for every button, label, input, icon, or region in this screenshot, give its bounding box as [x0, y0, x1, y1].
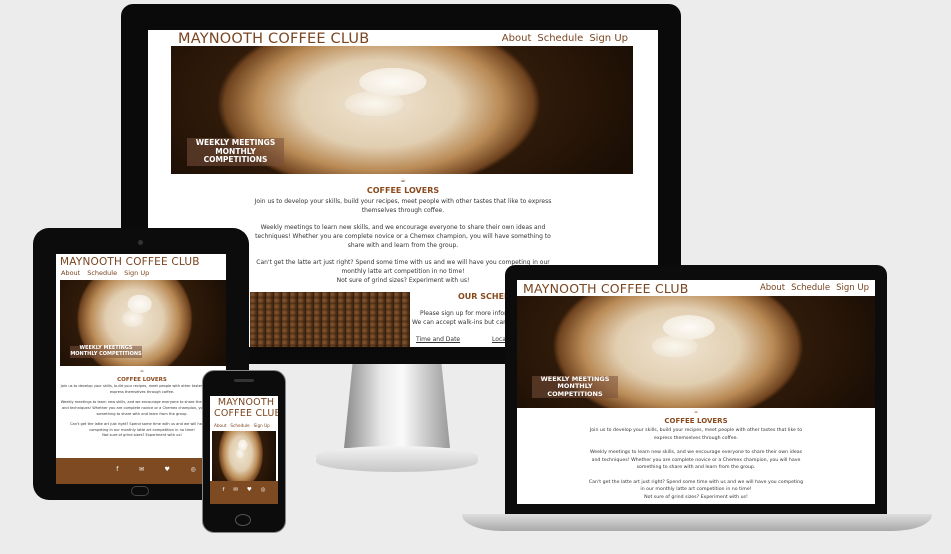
laptop-base — [462, 514, 932, 531]
tablet-cup-icon: ☕ — [139, 368, 145, 374]
facebook-icon[interactable]: f — [116, 466, 118, 473]
monitor-stand-base — [316, 446, 478, 472]
main-nav: About Schedule Sign Up — [502, 33, 628, 44]
phone-speaker — [234, 379, 254, 382]
instagram-icon[interactable]: ◎ — [190, 466, 195, 473]
tablet-heading: COFFEE LOVERS — [117, 376, 167, 383]
phone-nav: About Schedule Sign Up — [214, 423, 270, 428]
phone-site: MAYNOOTH COFFEE CLUB About Schedule Sign… — [210, 396, 278, 504]
tablet-nav-schedule[interactable]: Schedule — [87, 269, 117, 277]
phone-instagram-icon[interactable]: ◎ — [261, 487, 266, 493]
hero-image: WEEKLY MEETINGS MONTHLY COMPETITIONS — [171, 46, 633, 174]
coffee-beans-image — [250, 292, 410, 347]
tablet-about: ☕ COFFEE LOVERS Join us to develop your … — [60, 368, 224, 439]
tablet-nav: About Schedule Sign Up — [61, 269, 149, 277]
tablet-nav-signup[interactable]: Sign Up — [124, 269, 149, 277]
site-logo[interactable]: MAYNOOTH COFFEE CLUB — [178, 31, 369, 47]
tablet-hero-caption: WEEKLY MEETINGS MONTHLY COMPETITIONS — [70, 345, 142, 358]
laptop-about: ☕ COFFEE LOVERS Join us to develop your … — [587, 408, 805, 501]
heart-icon[interactable]: ♥ — [165, 466, 170, 473]
tablet-hero: WEEKLY MEETINGS MONTHLY COMPETITIONS — [60, 280, 226, 366]
table-header-time: Time and Date — [416, 336, 461, 343]
tablet-social: f ✉ ♥ ◎ — [106, 466, 206, 473]
tablet-camera — [138, 240, 143, 245]
laptop-hero-caption: WEEKLY MEETINGS MONTHLY COMPETITIONS — [532, 375, 618, 399]
cup-icon: ☕ — [400, 177, 406, 184]
phone-social: f ✉ ♥ ◎ — [218, 487, 270, 493]
laptop-site: MAYNOOTH COFFEE CLUB About Schedule Sign… — [517, 280, 875, 504]
para2: Weekly meetings to learn new skills, and… — [255, 224, 551, 249]
phone-home-button[interactable] — [235, 514, 251, 526]
nav-schedule[interactable]: Schedule — [537, 33, 583, 44]
tablet-para3: Can't get the latte art just right? Spen… — [70, 422, 214, 432]
laptop-hero: WEEKLY MEETINGS MONTHLY COMPETITIONS — [517, 296, 875, 408]
phone-nav-about[interactable]: About — [214, 423, 226, 428]
phone-logo[interactable]: MAYNOOTH COFFEE CLUB — [214, 397, 278, 420]
laptop-logo[interactable]: MAYNOOTH COFFEE CLUB — [523, 281, 689, 296]
tablet-footer: f ✉ ♥ ◎ — [56, 458, 226, 484]
laptop-cup-icon: ☕ — [693, 409, 699, 415]
phone-logo-line2: COFFEE CLUB — [214, 407, 278, 419]
phone-facebook-icon[interactable]: f — [222, 487, 224, 493]
laptop-nav-schedule[interactable]: Schedule — [791, 283, 830, 293]
phone-footer: f ✉ ♥ ◎ — [210, 481, 278, 504]
laptop-nav: About Schedule Sign Up — [760, 283, 869, 293]
section-heading: COFFEE LOVERS — [366, 186, 440, 195]
schedule-text2: We can accept walk-ins but can pr — [412, 319, 516, 326]
tablet-site: MAYNOOTH COFFEE CLUB About Schedule Sign… — [56, 254, 226, 484]
phone-heart-icon[interactable]: ♥ — [247, 487, 252, 493]
laptop-para3: Can't get the latte art just right? Spen… — [588, 479, 804, 493]
tablet-para2: Weekly meetings to learn new skills, and… — [60, 400, 224, 416]
nav-about[interactable]: About — [502, 33, 532, 44]
laptop-heading: COFFEE LOVERS — [664, 417, 728, 425]
phone-nav-signup[interactable]: Sign Up — [254, 423, 270, 428]
laptop-para2: Weekly meetings to learn new skills, and… — [589, 450, 803, 471]
para1: Join us to develop your skills, build yo… — [254, 198, 552, 214]
hero-caption: WEEKLY MEETINGS MONTHLY COMPETITIONS — [187, 138, 284, 166]
phone-nav-schedule[interactable]: Schedule — [230, 423, 249, 428]
nav-signup[interactable]: Sign Up — [589, 33, 628, 44]
phone-mail-icon[interactable]: ✉ — [233, 487, 238, 493]
tablet-logo[interactable]: MAYNOOTH COFFEE CLUB — [60, 256, 200, 268]
tablet-para1: Join us to develop your skills, build yo… — [60, 384, 224, 394]
tablet-hero-line2: MONTHLY COMPETITIONS — [70, 350, 142, 357]
monitor-stand — [344, 364, 450, 448]
phone-hero — [212, 431, 276, 481]
laptop-para4: Not sure of grind sizes? Experiment with… — [644, 494, 748, 500]
laptop-hero-line2: MONTHLY COMPETITIONS — [547, 382, 603, 398]
mail-icon[interactable]: ✉ — [139, 466, 144, 473]
table-header-location: Loca — [492, 336, 506, 343]
laptop-para1: Join us to develop your skills, build yo… — [589, 428, 803, 441]
hero-line2: MONTHLY COMPETITIONS — [203, 146, 268, 165]
tablet-home-button[interactable] — [131, 486, 149, 496]
laptop-nav-signup[interactable]: Sign Up — [836, 283, 869, 293]
tablet-para4: Not sure of grind sizes? Experiment with… — [102, 433, 182, 438]
laptop-nav-about[interactable]: About — [760, 283, 785, 293]
tablet-nav-about[interactable]: About — [61, 269, 80, 277]
